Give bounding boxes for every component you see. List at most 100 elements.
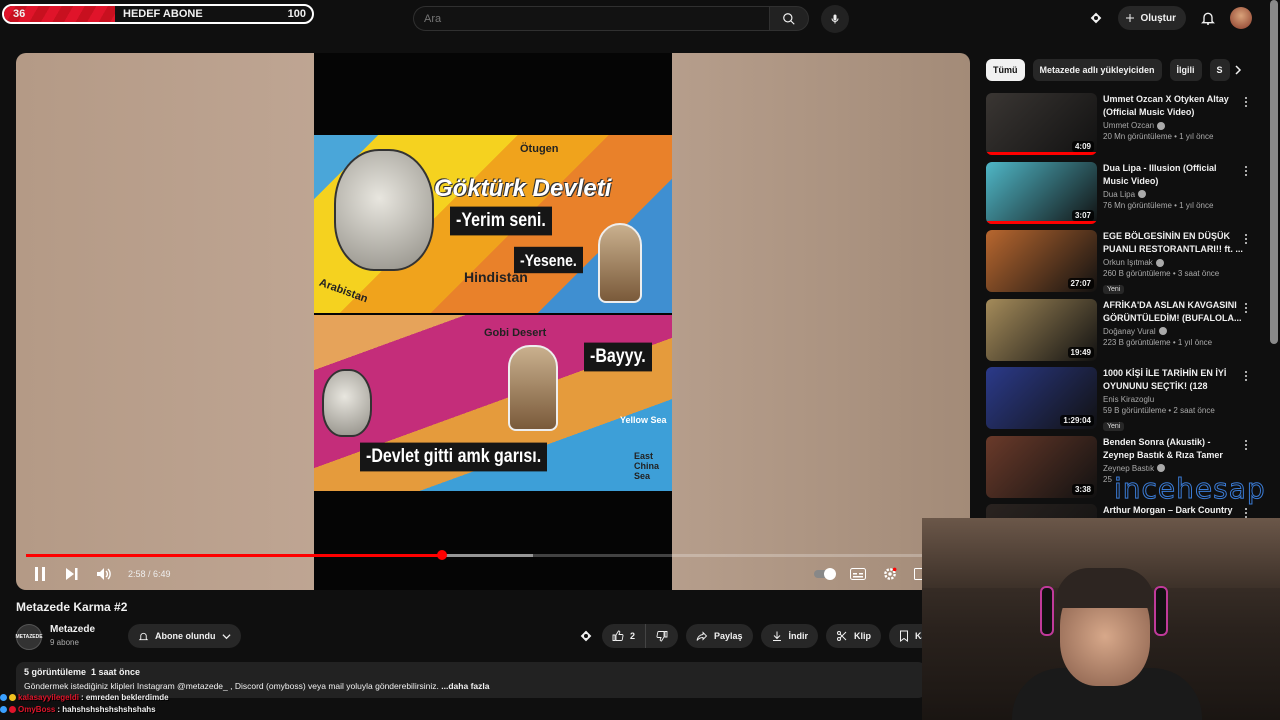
autoplay-toggle[interactable]: [810, 561, 842, 587]
view-count: 5 görüntüleme: [24, 667, 87, 677]
like-button[interactable]: 2: [602, 624, 647, 648]
more-options-icon[interactable]: [1242, 438, 1250, 452]
more-options-icon[interactable]: [1242, 301, 1250, 315]
new-badge: Yeni: [1103, 422, 1125, 431]
recommendation-thumbnail[interactable]: 4:09: [986, 93, 1097, 155]
recommendation-info: 1000 KİŞİ İLE TARİHİN EN İYİ OYUNUNU SEÇ…: [1103, 367, 1243, 433]
chat-text: : emreden beklerdimde: [80, 692, 169, 702]
clip-button[interactable]: Klip: [826, 624, 882, 648]
recommendation-item[interactable]: 4:09 Ummet Ozcan X Otyken Altay (Official…: [986, 93, 1262, 162]
webcam-person-hair: [1056, 568, 1154, 608]
plus-icon: [1126, 14, 1135, 22]
chip-more[interactable]: S: [1209, 59, 1230, 81]
search-icon: [783, 12, 795, 25]
pause-icon: [35, 567, 45, 581]
chat-badge-icon: [9, 693, 16, 701]
next-button[interactable]: [56, 561, 88, 587]
voice-search-button[interactable]: [821, 5, 849, 33]
volume-icon: [97, 568, 111, 580]
extension-icon[interactable]: [1088, 10, 1104, 26]
recommendation-meta: 20 Mn görüntüleme • 1 yıl önce: [1103, 132, 1214, 141]
recommendation-thumbnail[interactable]: 3:07: [986, 161, 1097, 224]
recommendation-item[interactable]: 19:49 AFRİKA'DA ASLAN KAVGASINI GÖRÜNTÜLE…: [986, 298, 1262, 368]
bookmark-icon: [900, 630, 909, 642]
post-date: 1 saat önce: [91, 667, 141, 677]
more-options-icon[interactable]: [1242, 369, 1250, 383]
recommendation-channel[interactable]: Doğanay Vural: [1103, 327, 1156, 336]
show-more-link[interactable]: ...daha fazla: [441, 681, 489, 691]
monk-figure-2: [508, 345, 558, 431]
share-button[interactable]: Paylaş: [686, 624, 753, 648]
notifications-bell-icon[interactable]: [1200, 10, 1216, 26]
watched-progress: [986, 220, 1097, 224]
chat-badge-icon: [0, 705, 7, 713]
recommendation-info: EGE BÖLGESİNİN EN DÜŞÜK PUANLI RESTORANT…: [1103, 230, 1243, 296]
recommendation-title[interactable]: AFRİKA'DA ASLAN KAVGASINI GÖRÜNTÜLEDİM! …: [1103, 299, 1243, 325]
microphone-icon: [831, 14, 839, 24]
like-dislike-group: 2: [602, 624, 679, 648]
settings-button[interactable]: [874, 561, 906, 587]
filter-chips: Tümü Metazede adlı yükleyiciden İlgili S: [986, 58, 1246, 82]
video-frame: Göktürk Devleti Ötugen Hindistan Arabist…: [314, 53, 672, 590]
recommendation-channel[interactable]: Ummet Ozcan: [1103, 121, 1154, 130]
channel-avatar[interactable]: METAZEDE: [15, 624, 43, 650]
page-scrollbar[interactable]: [1270, 0, 1278, 344]
chip-all[interactable]: Tümü: [986, 59, 1025, 81]
goal-target: 100: [287, 8, 306, 20]
recommendation-title[interactable]: Ummet Ozcan X Otyken Altay (Official Mus…: [1103, 93, 1243, 119]
verified-badge-icon: [1157, 121, 1166, 130]
chat-badge-icon: [0, 693, 7, 701]
recommendation-channel[interactable]: Enis Kirazoglu: [1103, 395, 1154, 404]
more-options-icon[interactable]: [1242, 95, 1250, 109]
recommendation-title[interactable]: 1000 KİŞİ İLE TARİHİN EN İYİ OYUNUNU SEÇ…: [1103, 367, 1243, 393]
recommendation-item[interactable]: 27:07 EGE BÖLGESİNİN EN DÜŞÜK PUANLI REST…: [986, 230, 1262, 299]
goal-current: 36: [13, 8, 26, 20]
chevron-down-icon: [221, 633, 231, 639]
recommendation-channel[interactable]: Dua Lipa: [1103, 190, 1135, 199]
goal-title: HEDEF ABONE: [123, 8, 203, 20]
recommendation-info: Arthur Morgan – Dark Country: [1103, 504, 1243, 517]
subtitles-button[interactable]: [842, 561, 874, 587]
recommendation-thumbnail[interactable]: 27:07: [986, 230, 1097, 292]
recommendation-meta: 76 Mn görüntüleme • 1 yıl önce: [1103, 200, 1214, 210]
recommendation-title[interactable]: Benden Sonra (Akustik) - Zeynep Bastık &…: [1103, 436, 1243, 462]
account-avatar[interactable]: [1230, 7, 1252, 29]
header-actions: Oluştur: [1088, 6, 1252, 30]
recommendation-channel[interactable]: Orkun Işıtmak: [1103, 258, 1153, 267]
recommendation-item[interactable]: 3:07 Dua Lipa - Illusion (Official Music …: [986, 161, 1262, 231]
pause-button[interactable]: [24, 561, 56, 587]
chip-related[interactable]: İlgili: [1169, 59, 1202, 81]
progress-bar[interactable]: [26, 550, 970, 560]
recommendation-meta: 260 B görüntüleme • 3 saat önce: [1103, 269, 1220, 278]
recommendation-thumbnail[interactable]: 1:29:04: [986, 367, 1097, 429]
chip-from-uploader[interactable]: Metazede adlı yükleyiciden: [1032, 59, 1162, 81]
subscribed-button[interactable]: Abone olundu: [128, 624, 241, 648]
recommendation-item[interactable]: 1:29:04 1000 KİŞİ İLE TARİHİN EN İYİ OYUN…: [986, 367, 1262, 436]
recommendation-thumbnail[interactable]: 3:38: [986, 435, 1097, 498]
stone-head-figure: [334, 149, 434, 271]
recommendation-channel-row: Doğanay Vural: [1103, 327, 1243, 336]
extension-icon[interactable]: [578, 628, 594, 644]
recommendation-title[interactable]: Dua Lipa - Illusion (Official Music Vide…: [1103, 162, 1243, 188]
player-controls: 2:58 / 6:49: [16, 561, 970, 587]
volume-button[interactable]: [88, 561, 120, 587]
channel-name[interactable]: Metazede: [50, 624, 95, 635]
recommendation-channel-row: Dua Lipa: [1103, 190, 1243, 199]
recommendation-title[interactable]: EGE BÖLGESİNİN EN DÜŞÜK PUANLI RESTORANT…: [1103, 230, 1243, 256]
chat-badge-icon: [9, 705, 16, 713]
recommendation-thumbnail[interactable]: 19:49: [986, 298, 1097, 361]
download-button[interactable]: İndir: [760, 624, 819, 648]
chips-next-button[interactable]: [1228, 58, 1248, 82]
map-top-panel: Göktürk Devleti Ötugen Hindistan Arabist…: [314, 135, 672, 313]
search-button[interactable]: [769, 6, 809, 31]
dislike-button[interactable]: [646, 624, 679, 648]
recommendation-channel-row: Ummet Ozcan: [1103, 121, 1243, 130]
recommendation-title[interactable]: Arthur Morgan – Dark Country: [1103, 504, 1243, 517]
more-options-icon[interactable]: [1242, 164, 1250, 178]
create-button[interactable]: Oluştur: [1118, 6, 1186, 30]
search-input[interactable]: [413, 6, 769, 31]
video-player[interactable]: Göktürk Devleti Ötugen Hindistan Arabist…: [16, 53, 970, 590]
watched-progress: [986, 152, 1097, 155]
more-options-icon[interactable]: [1242, 232, 1250, 246]
chat-username: kalasayyilegeldi: [18, 692, 79, 702]
